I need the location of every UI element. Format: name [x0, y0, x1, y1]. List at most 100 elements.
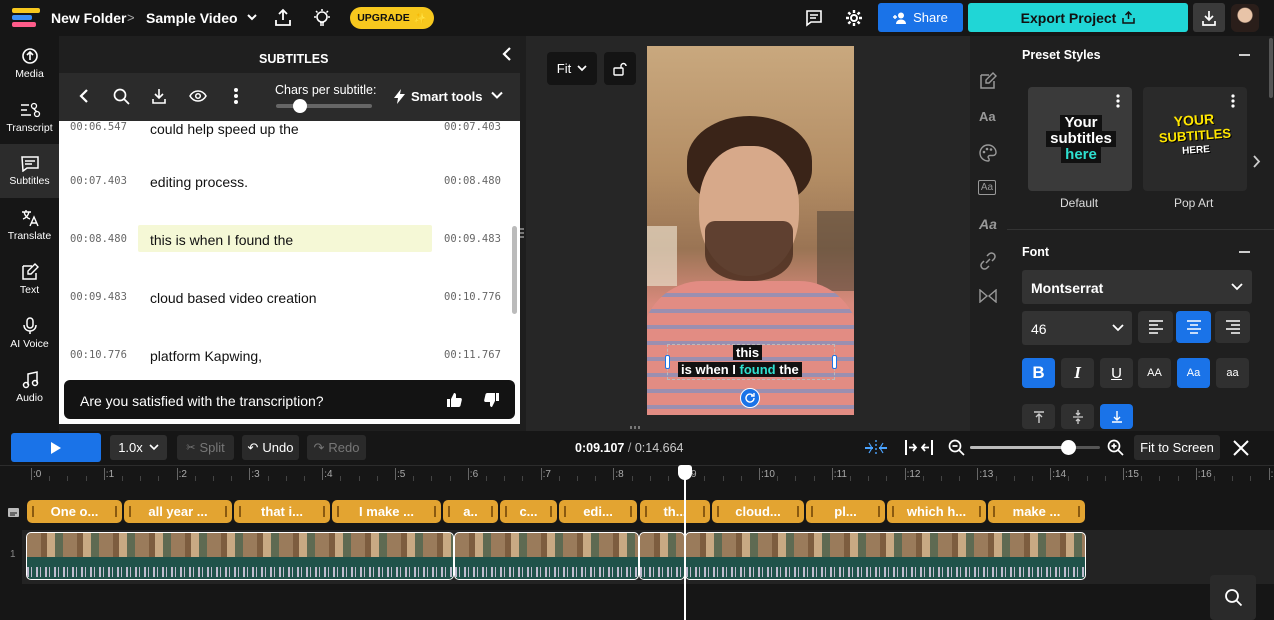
- timeline-ruler[interactable]: :0:1:2:3:4:5:6:7:8:9:10:11:12:13:14:15:1…: [0, 465, 1274, 487]
- collapse-icon[interactable]: [1239, 54, 1250, 56]
- zoom-slider-handle[interactable]: [1060, 440, 1076, 455]
- subtitle-end-time[interactable]: 00:11.767: [444, 349, 501, 361]
- subtitle-row[interactable]: 00:07.403 editing process. 00:08.480: [59, 157, 509, 215]
- download-icon[interactable]: [151, 88, 167, 104]
- subtitle-list-scrollbar[interactable]: [512, 226, 517, 314]
- subtitle-start-time[interactable]: 00:10.776: [70, 349, 127, 361]
- subtitle-end-time[interactable]: 00:10.776: [444, 291, 501, 303]
- gear-icon[interactable]: [845, 9, 863, 27]
- kapwing-logo-icon[interactable]: [12, 8, 40, 28]
- playhead[interactable]: [678, 465, 692, 620]
- upload-icon[interactable]: [274, 8, 292, 27]
- share-button[interactable]: Share: [878, 3, 963, 32]
- rotate-handle[interactable]: [740, 388, 760, 408]
- align-left-button[interactable]: [1138, 311, 1173, 343]
- italic-button[interactable]: I: [1061, 358, 1094, 388]
- export-project-button[interactable]: Export Project: [968, 3, 1188, 32]
- fit-clips-icon[interactable]: [905, 439, 933, 456]
- caption-resize-handle-left[interactable]: [665, 355, 670, 369]
- rail-item-subtitles[interactable]: Subtitles: [0, 144, 59, 198]
- valign-top-button[interactable]: [1022, 404, 1055, 429]
- more-options-icon[interactable]: [1231, 94, 1235, 108]
- subtitle-end-time[interactable]: 00:09.483: [444, 233, 501, 245]
- snap-icon[interactable]: [864, 440, 888, 456]
- rail-item-media[interactable]: Media: [0, 36, 59, 90]
- play-button[interactable]: [11, 433, 101, 462]
- lock-aspect-button[interactable]: [604, 52, 636, 85]
- font-size-select[interactable]: 46: [1022, 311, 1132, 345]
- next-presets-icon[interactable]: [1252, 154, 1261, 169]
- valign-bottom-button[interactable]: [1100, 404, 1133, 429]
- collapse-icon[interactable]: [1239, 251, 1250, 253]
- rail-item-audio[interactable]: Audio: [0, 360, 59, 414]
- more-options-icon[interactable]: [233, 87, 239, 105]
- subtitle-chip[interactable]: th...: [640, 500, 710, 523]
- thumbs-up-icon[interactable]: [446, 392, 462, 408]
- subtitle-start-time[interactable]: 00:09.483: [70, 291, 127, 303]
- more-options-icon[interactable]: [1116, 94, 1120, 108]
- fit-to-screen-button[interactable]: Fit to Screen: [1134, 435, 1220, 460]
- preset-card-pop-art[interactable]: YOUR SUBTITLES HERE: [1143, 87, 1247, 191]
- edit-icon[interactable]: [979, 72, 997, 90]
- chars-slider-handle[interactable]: [293, 99, 307, 113]
- subtitle-end-time[interactable]: 00:07.403: [444, 121, 501, 133]
- rail-item-ai-voice[interactable]: AI Voice: [0, 306, 59, 360]
- preset-card-default[interactable]: Your subtitles here: [1028, 87, 1132, 191]
- subtitle-chip[interactable]: edi...: [559, 500, 637, 523]
- subtitle-end-time[interactable]: 00:08.480: [444, 175, 501, 187]
- video-clip[interactable]: [639, 532, 685, 580]
- subtitle-row[interactable]: 00:09.483 cloud based video creation 00:…: [59, 273, 509, 331]
- underline-button[interactable]: U: [1100, 358, 1133, 388]
- caption-resize-handle-right[interactable]: [832, 355, 837, 369]
- upgrade-button[interactable]: UPGRADE ✨: [350, 7, 434, 29]
- download-button[interactable]: [1193, 3, 1225, 32]
- smart-tools-button[interactable]: Smart tools: [411, 89, 483, 104]
- timeline-zoom-slider[interactable]: [970, 440, 1100, 455]
- subtitle-chip[interactable]: that i...: [234, 500, 330, 523]
- text-style-icon[interactable]: Aa: [979, 109, 996, 124]
- transition-icon[interactable]: [979, 289, 997, 303]
- video-clip[interactable]: [26, 532, 454, 580]
- subtitle-chip[interactable]: c...: [500, 500, 557, 523]
- back-icon[interactable]: [78, 88, 90, 104]
- subtitle-text[interactable]: cloud based video creation: [150, 290, 317, 306]
- redo-button[interactable]: ↷ Redo: [307, 435, 366, 460]
- subtitle-chip[interactable]: One o...: [27, 500, 122, 523]
- fit-dropdown[interactable]: Fit: [547, 52, 597, 85]
- rail-item-text[interactable]: Text: [0, 252, 59, 306]
- subtitle-chip[interactable]: pl...: [806, 500, 885, 523]
- subtitle-text[interactable]: platform Kapwing,: [150, 348, 262, 364]
- lightbulb-icon[interactable]: [312, 8, 332, 28]
- split-button[interactable]: ✂ Split: [177, 435, 234, 460]
- subtitle-chip[interactable]: make ...: [988, 500, 1085, 523]
- subtitle-start-time[interactable]: 00:08.480: [70, 233, 127, 245]
- zoom-out-icon[interactable]: [948, 439, 966, 457]
- subtitle-chip[interactable]: a..: [443, 500, 498, 523]
- palette-icon[interactable]: [979, 144, 997, 162]
- lowercase-button[interactable]: aa: [1216, 358, 1249, 388]
- video-clip[interactable]: [454, 532, 639, 580]
- text-background-icon[interactable]: Aa: [978, 180, 996, 195]
- subtitle-text[interactable]: could help speed up the: [150, 121, 299, 137]
- subtitle-row[interactable]: 00:06.547 could help speed up the 00:07.…: [59, 121, 509, 157]
- align-center-button[interactable]: [1176, 311, 1211, 343]
- chevron-down-icon[interactable]: [246, 12, 258, 22]
- chars-per-subtitle-slider[interactable]: [276, 99, 372, 113]
- subtitle-chip[interactable]: I make ...: [332, 500, 441, 523]
- subtitle-start-time[interactable]: 00:06.547: [70, 121, 127, 133]
- avatar[interactable]: [1231, 4, 1259, 32]
- video-clip[interactable]: [685, 532, 1086, 580]
- align-right-button[interactable]: [1215, 311, 1250, 343]
- uppercase-button[interactable]: AA: [1138, 358, 1171, 388]
- subtitle-chip[interactable]: all year ...: [124, 500, 232, 523]
- breadcrumb-folder[interactable]: New Folder: [51, 10, 126, 26]
- link-icon[interactable]: [979, 252, 997, 270]
- subtitle-text[interactable]: this is when I found the: [150, 232, 293, 248]
- comments-icon[interactable]: [805, 9, 823, 27]
- playback-speed-select[interactable]: 1.0x: [110, 435, 167, 460]
- bold-button[interactable]: B: [1022, 358, 1055, 388]
- undo-button[interactable]: ↶ Undo: [242, 435, 299, 460]
- rail-item-transcript[interactable]: Transcript: [0, 90, 59, 144]
- font-family-select[interactable]: Montserrat: [1022, 270, 1252, 304]
- search-icon[interactable]: [113, 88, 130, 105]
